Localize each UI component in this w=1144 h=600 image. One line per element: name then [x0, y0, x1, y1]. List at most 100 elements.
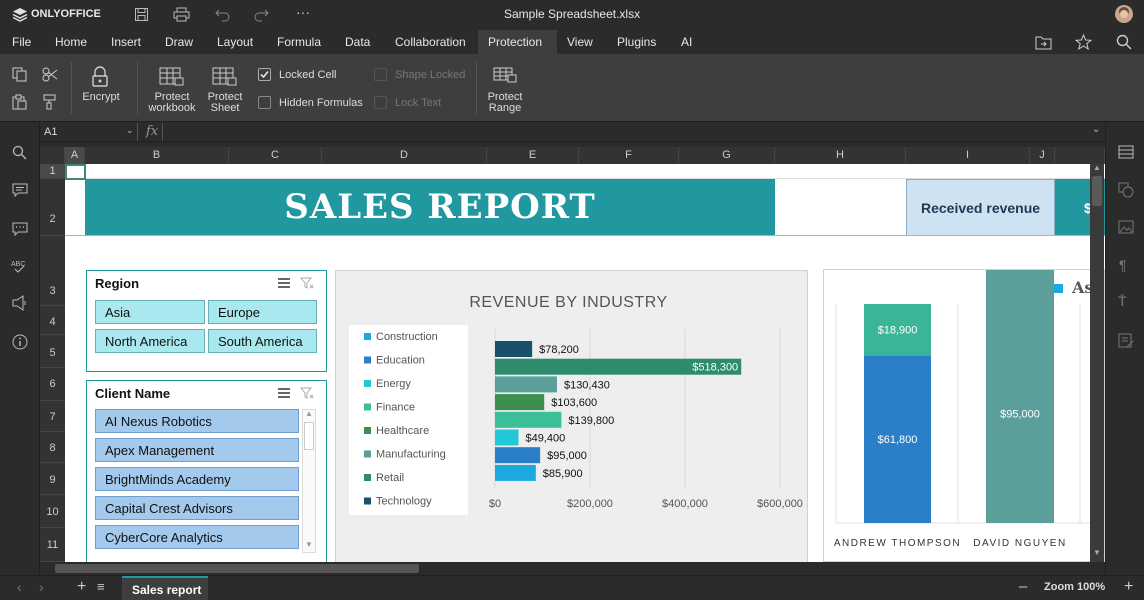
tab-file[interactable]: File — [2, 30, 41, 54]
row-header-7[interactable]: 7 — [40, 401, 65, 432]
avatar[interactable] — [1115, 5, 1133, 23]
copy-icon[interactable] — [12, 67, 27, 82]
scroll-up-icon[interactable]: ▲ — [1093, 163, 1101, 172]
redo-icon[interactable] — [254, 7, 269, 22]
column-header-j[interactable]: J — [1030, 147, 1055, 164]
scroll-down-icon[interactable]: ▼ — [305, 540, 313, 549]
tab-data[interactable]: Data — [335, 30, 380, 54]
row-header-11[interactable]: 11 — [40, 528, 65, 562]
tab-insert[interactable]: Insert — [101, 30, 151, 54]
column-header-e[interactable]: E — [487, 147, 579, 164]
slicer-scrollbar[interactable]: ▲ ▼ — [302, 409, 316, 553]
selected-cell-a1[interactable] — [65, 164, 86, 180]
sheet-list-icon[interactable]: ≡ — [97, 579, 105, 594]
sheet-tab-sales-report[interactable]: Sales report — [122, 576, 208, 600]
row-header-2[interactable]: 2 — [40, 179, 65, 236]
row-header-6[interactable]: 6 — [40, 368, 65, 401]
column-header-k[interactable] — [1055, 147, 1105, 164]
locked-cell-checkbox[interactable] — [258, 68, 271, 81]
horizontal-scroll-thumb[interactable] — [55, 564, 419, 573]
tab-protection[interactable]: Protection — [478, 30, 557, 54]
client-item[interactable]: AI Nexus Robotics — [95, 409, 299, 433]
row-header-1[interactable]: 1 — [40, 164, 65, 179]
format-painter-icon[interactable] — [42, 94, 57, 110]
region-item-north-america[interactable]: North America — [95, 329, 205, 353]
corner-select-all[interactable] — [40, 147, 65, 164]
zoom-out-icon[interactable]: – — [1019, 578, 1027, 595]
revenue-by-industry-chart[interactable]: REVENUE BY INDUSTRY $0 $200,000 $400,000 $6… — [335, 270, 808, 562]
column-header-h[interactable]: H — [775, 147, 906, 164]
add-sheet-icon[interactable]: + — [77, 578, 86, 596]
clear-filter-icon[interactable] — [300, 277, 314, 289]
text-art-settings-icon[interactable]: T̄ — [1118, 293, 1127, 309]
column-header-d[interactable]: D — [322, 147, 487, 164]
tab-layout[interactable]: Layout — [207, 30, 263, 54]
region-item-asia[interactable]: Asia — [95, 300, 205, 324]
client-item[interactable]: BrightMinds Academy — [95, 467, 299, 491]
column-header-i[interactable]: I — [906, 147, 1030, 164]
cell-settings-icon[interactable] — [1118, 145, 1134, 159]
row-header-3[interactable]: 3 — [40, 236, 65, 306]
vertical-scrollbar[interactable]: ▲ ▼ — [1090, 163, 1104, 562]
zoom-level[interactable]: Zoom 100% — [1044, 581, 1105, 593]
paragraph-settings-icon[interactable]: ¶ — [1119, 257, 1127, 273]
column-header-f[interactable]: F — [579, 147, 679, 164]
tab-collaboration[interactable]: Collaboration — [385, 30, 476, 54]
region-item-europe[interactable]: Europe — [208, 300, 317, 324]
protect-workbook-button[interactable]: Protect workbook — [145, 92, 199, 114]
scroll-up-icon[interactable]: ▲ — [305, 409, 313, 418]
multi-select-icon[interactable] — [278, 388, 290, 398]
info-icon[interactable] — [12, 334, 28, 350]
scroll-thumb[interactable] — [304, 422, 314, 450]
row-header-4[interactable]: 4 — [40, 306, 65, 335]
client-item[interactable]: CyberCore Analytics — [95, 525, 299, 549]
feedback-icon[interactable] — [11, 295, 29, 311]
hidden-formulas-checkbox[interactable] — [258, 96, 271, 109]
formula-input[interactable] — [162, 123, 1092, 141]
save-icon[interactable] — [134, 7, 149, 22]
row-header-10[interactable]: 10 — [40, 495, 65, 528]
zoom-in-icon[interactable]: + — [1124, 578, 1133, 596]
expand-formula-icon[interactable]: ⌄ — [1092, 124, 1100, 135]
row-header-8[interactable]: 8 — [40, 432, 65, 463]
search-icon[interactable] — [1116, 34, 1132, 50]
open-location-icon[interactable] — [1035, 35, 1052, 50]
cut-icon[interactable] — [42, 67, 58, 82]
client-item[interactable]: Capital Crest Advisors — [95, 496, 299, 520]
tab-formula[interactable]: Formula — [267, 30, 331, 54]
favorite-star-icon[interactable] — [1075, 34, 1092, 50]
comments-icon[interactable] — [12, 183, 28, 197]
row-header-9[interactable]: 9 — [40, 463, 65, 495]
print-icon[interactable] — [173, 7, 190, 22]
shape-settings-icon[interactable] — [1118, 182, 1134, 198]
column-header-a[interactable]: A — [65, 147, 85, 164]
tab-plugins[interactable]: Plugins — [607, 30, 666, 54]
spellcheck-icon[interactable]: ABC — [11, 258, 29, 274]
chevron-down-icon[interactable]: ⌄ — [126, 125, 134, 136]
more-icon[interactable]: ··· — [296, 4, 310, 20]
name-box[interactable]: A1 ⌄ — [40, 123, 138, 141]
signature-settings-icon[interactable] — [1118, 333, 1134, 349]
row-header-5[interactable]: 5 — [40, 335, 65, 368]
horizontal-scrollbar[interactable] — [40, 562, 1105, 575]
next-sheet-icon[interactable]: › — [39, 579, 44, 595]
paste-icon[interactable] — [12, 94, 27, 110]
tab-home[interactable]: Home — [45, 30, 97, 54]
column-header-b[interactable]: B — [85, 147, 229, 164]
undo-icon[interactable] — [215, 7, 230, 22]
column-header-c[interactable]: C — [229, 147, 322, 164]
image-settings-icon[interactable] — [1118, 220, 1134, 234]
tab-view[interactable]: View — [557, 30, 603, 54]
tab-draw[interactable]: Draw — [155, 30, 203, 54]
function-icon[interactable]: fx — [146, 124, 158, 139]
vertical-scroll-thumb[interactable] — [1092, 176, 1102, 206]
search-icon[interactable] — [12, 145, 27, 160]
chat-icon[interactable] — [12, 222, 28, 236]
prev-sheet-icon[interactable]: ‹ — [17, 579, 22, 595]
region-item-south-america[interactable]: South America — [208, 329, 317, 353]
multi-select-icon[interactable] — [278, 278, 290, 288]
encrypt-button[interactable]: Encrypt — [80, 92, 122, 103]
protect-sheet-button[interactable]: Protect Sheet — [203, 92, 247, 114]
client-item[interactable]: Apex Management — [95, 438, 299, 462]
scroll-down-icon[interactable]: ▼ — [1093, 548, 1101, 557]
